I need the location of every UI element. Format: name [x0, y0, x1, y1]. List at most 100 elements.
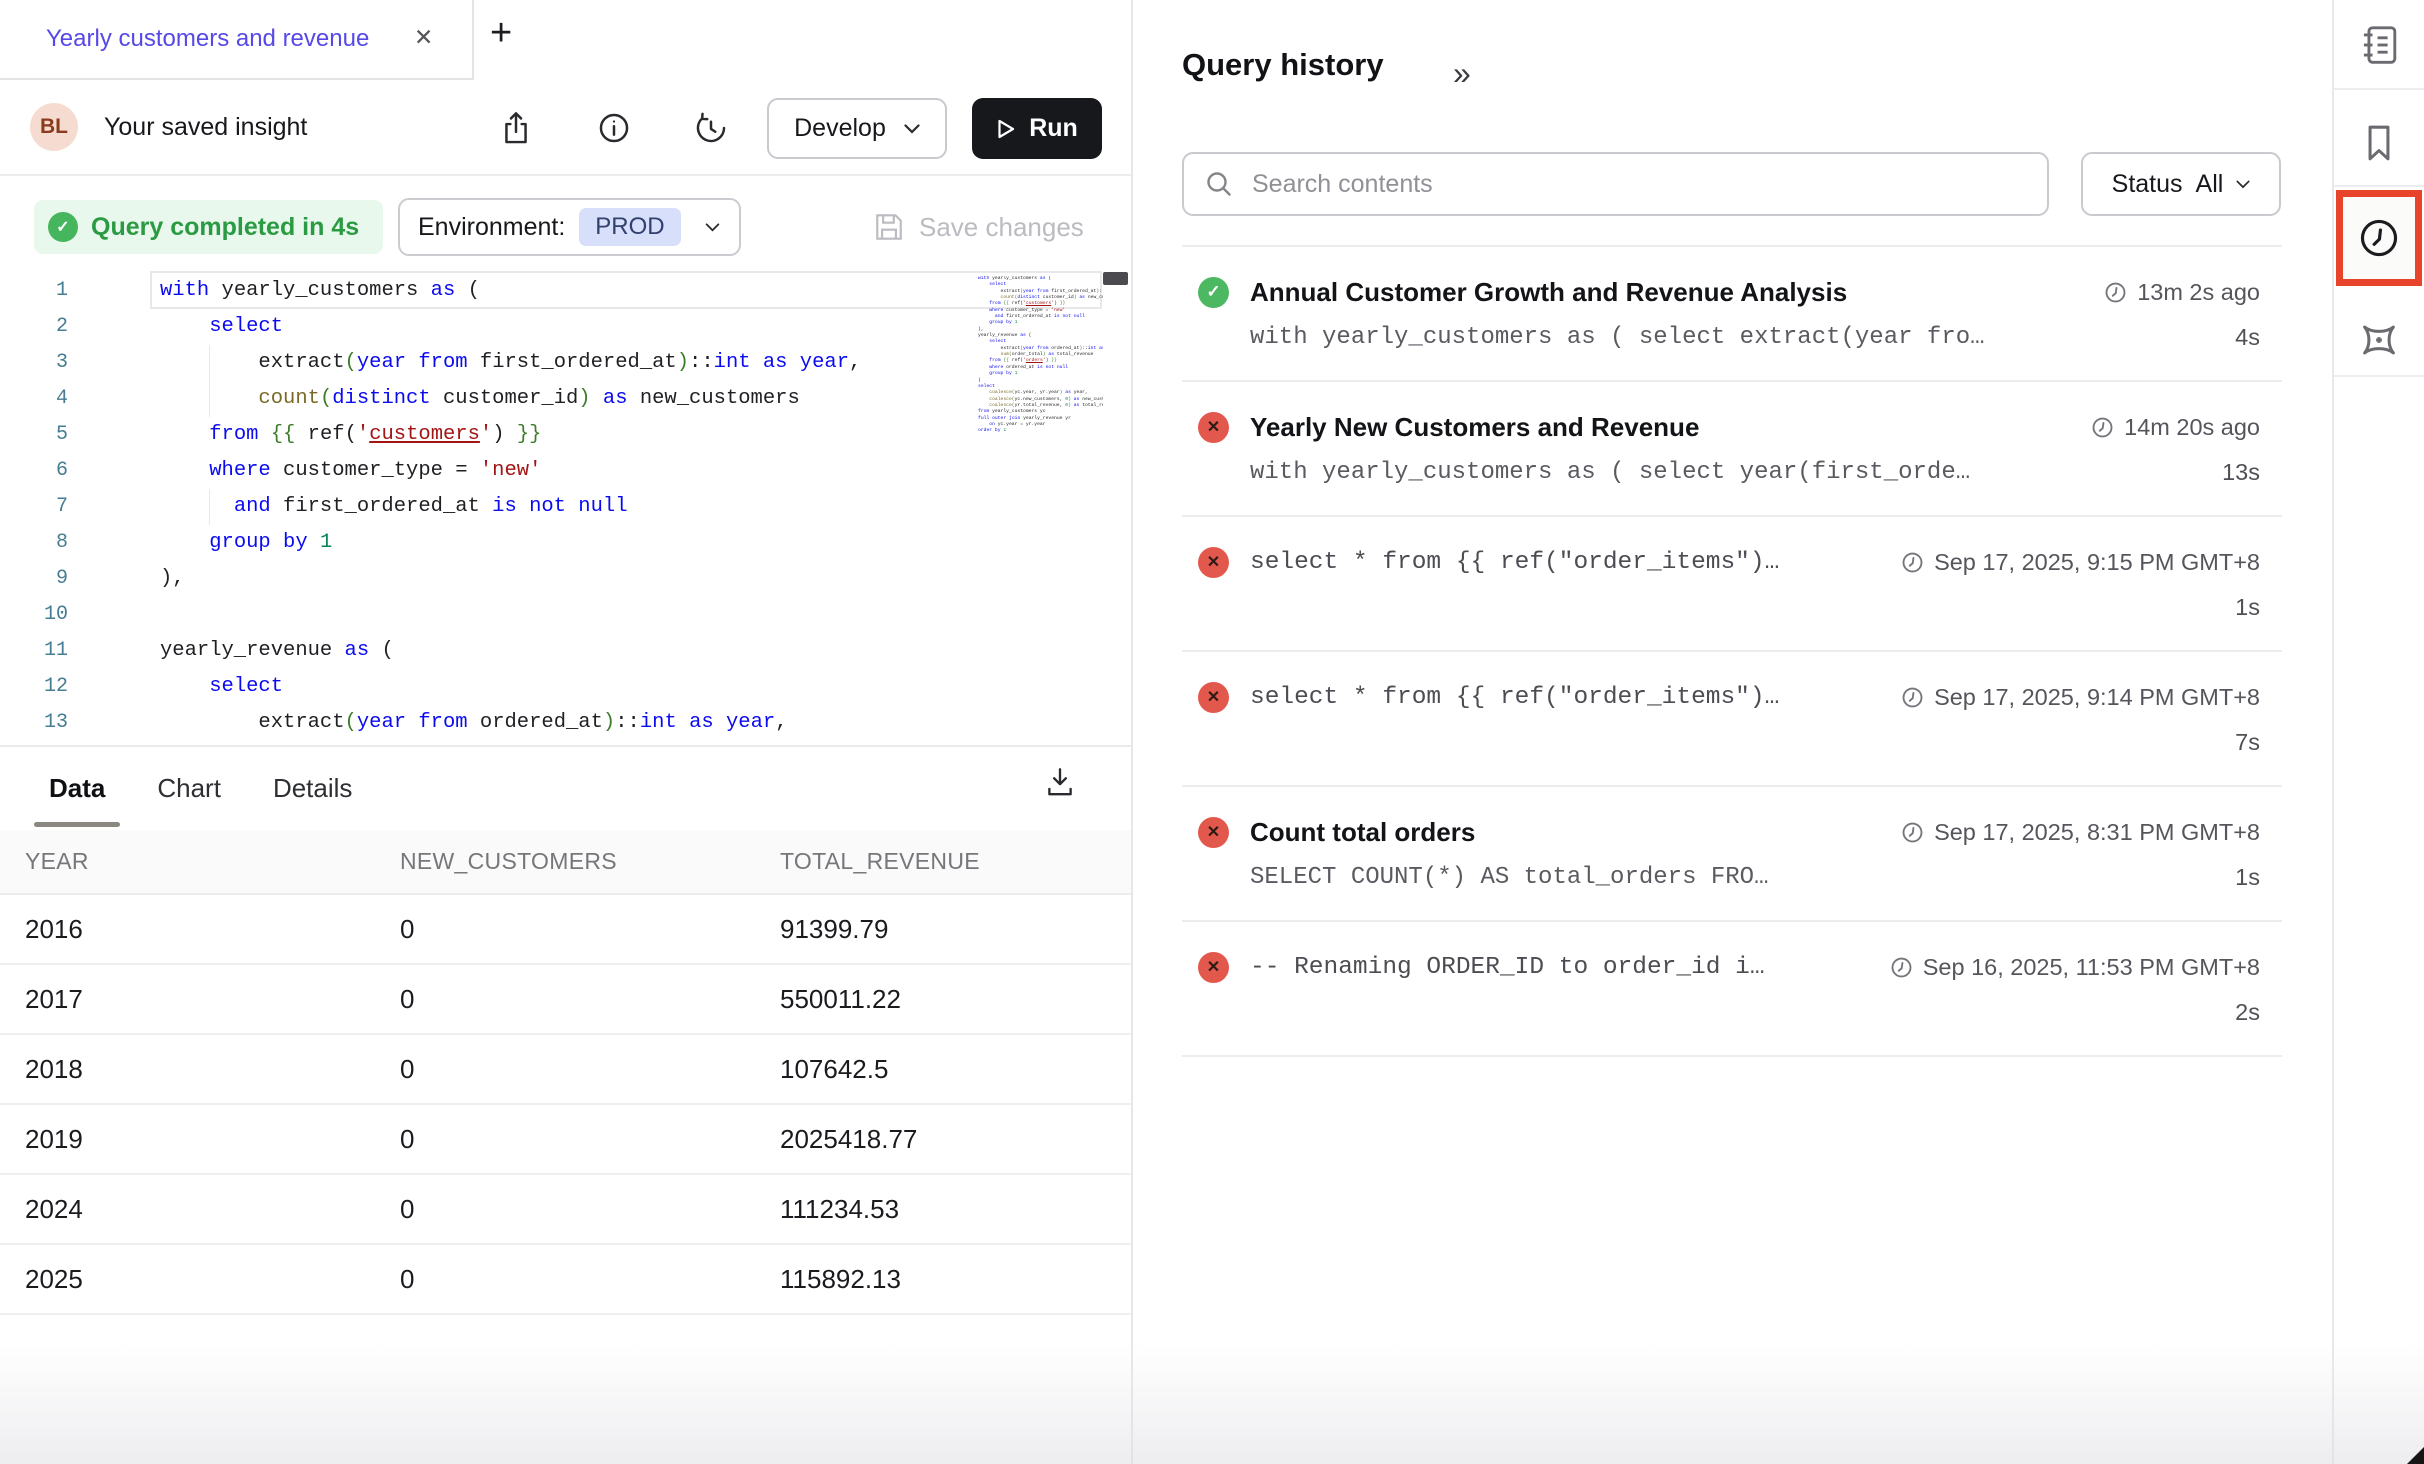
results-tab-chart[interactable]: Chart [157, 747, 221, 830]
chevron-down-icon [705, 223, 720, 232]
editor-scrollbar-thumb[interactable] [1103, 272, 1128, 285]
table-cell: 2018 [25, 1054, 400, 1085]
info-button[interactable] [594, 108, 634, 148]
environment-selector[interactable]: Environment: PROD [398, 198, 741, 256]
history-item-time: 13m 2s ago [2104, 279, 2260, 306]
status-filter-dropdown[interactable]: Status All [2081, 152, 2281, 216]
status-error-icon: ✕ [1198, 412, 1229, 443]
explore-button[interactable] [2354, 315, 2404, 365]
status-error-icon: ✕ [1198, 952, 1229, 983]
history-item-title: select * from {{ ref("order_items")… [1250, 549, 1901, 576]
results-tab-data[interactable]: Data [49, 747, 105, 830]
save-changes-label: Save changes [919, 212, 1084, 243]
history-item[interactable]: ✕select * from {{ ref("order_items")…Sep… [1182, 652, 2282, 787]
chevron-down-icon [904, 124, 920, 134]
code-line: extract(year from ordered_at)::int as ye… [160, 705, 975, 732]
line-number: 4 [0, 381, 68, 417]
table-cell: 0 [400, 1124, 780, 1155]
clock-icon [2356, 215, 2402, 261]
download-icon [1044, 765, 1076, 799]
table-cell: 2025 [25, 1264, 400, 1295]
history-item-duration: 13s [2222, 459, 2260, 486]
code-line [160, 597, 975, 633]
history-item-row: 2s [1198, 994, 2260, 1030]
collapse-panel-button[interactable]: » [1453, 55, 1471, 92]
right-icon-rail [2332, 0, 2424, 1464]
file-tab[interactable]: Yearly customers and revenue [0, 0, 474, 80]
minimap-content: with yearly_customers as ( select extrac… [978, 276, 1103, 435]
history-item-time: Sep 17, 2025, 8:31 PM GMT+8 [1901, 819, 2260, 846]
bookmark-icon [2357, 121, 2401, 165]
history-item[interactable]: ✕Count total ordersSep 17, 2025, 8:31 PM… [1182, 787, 2282, 922]
results-table: 2016091399.7920170550011.2220180107642.5… [0, 895, 1131, 1315]
code-line: and first_ordered_at is not null [160, 489, 975, 525]
play-icon [996, 118, 1016, 140]
history-item[interactable]: ✕-- Renaming ORDER_ID to order_id i…Sep … [1182, 922, 2282, 1057]
new-tab-button[interactable]: + [490, 12, 512, 55]
line-number: 10 [0, 597, 68, 633]
file-tab-title: Yearly customers and revenue [46, 25, 369, 53]
code-line: select [160, 309, 975, 345]
code-line: count(distinct customer_id) as new_custo… [160, 381, 975, 417]
query-history-panel: Query history » Status All ✓Annual Custo… [1133, 0, 2332, 1464]
table-row: 201902025418.77 [0, 1105, 1131, 1175]
status-error-icon: ✕ [1198, 547, 1229, 578]
clock-icon [1901, 686, 1924, 709]
develop-label: Develop [794, 114, 886, 143]
time-text: 13m 2s ago [2137, 279, 2260, 306]
table-row: 20240111234.53 [0, 1175, 1131, 1245]
save-changes-button[interactable]: Save changes [873, 198, 1084, 256]
code-line: where customer_type = 'new' [160, 453, 975, 489]
history-item[interactable]: ✓Annual Customer Growth and Revenue Anal… [1182, 247, 2282, 382]
history-item[interactable]: ✕Yearly New Customers and Revenue14m 20s… [1182, 382, 2282, 517]
table-cell: 0 [400, 914, 780, 945]
sql-editor[interactable]: 1234567891011121314151617181920212223242… [0, 270, 1131, 732]
history-item-sql: SELECT COUNT(*) AS total_orders FRO… [1250, 864, 2235, 891]
history-search[interactable] [1182, 152, 2049, 216]
download-results-button[interactable] [1038, 760, 1082, 804]
line-number: 2 [0, 309, 68, 345]
share-icon [499, 110, 533, 146]
tab-close-icon[interactable]: ✕ [414, 24, 433, 51]
history-item-row: SELECT COUNT(*) AS total_orders FRO…1s [1198, 859, 2260, 895]
line-number: 5 [0, 417, 68, 453]
status-filter-value: All [2196, 170, 2224, 199]
run-button[interactable]: Run [972, 98, 1102, 159]
query-history-button-active[interactable] [2336, 190, 2422, 286]
clock-icon [1901, 551, 1924, 574]
table-cell: 111234.53 [780, 1194, 1131, 1225]
line-number: 6 [0, 453, 68, 489]
develop-dropdown[interactable]: Develop [767, 98, 947, 159]
table-row: 20170550011.22 [0, 965, 1131, 1035]
results-table-header: YEARNEW_CUSTOMERSTOTAL_REVENUE [0, 830, 1131, 895]
history-item-duration: 1s [2235, 594, 2260, 621]
bookmarks-button[interactable] [2354, 118, 2404, 168]
history-item[interactable]: ✕select * from {{ ref("order_items")…Sep… [1182, 517, 2282, 652]
table-cell: 2016 [25, 914, 400, 945]
history-item-title: Annual Customer Growth and Revenue Analy… [1250, 277, 2104, 308]
history-item-sql: with yearly_customers as ( select extrac… [1250, 324, 2235, 351]
history-item-time: Sep 17, 2025, 9:14 PM GMT+8 [1901, 684, 2260, 711]
rail-divider [2334, 375, 2424, 377]
clock-icon [2091, 416, 2114, 439]
minimap[interactable]: with yearly_customers as ( select extrac… [978, 276, 1103, 726]
clock-icon [1901, 821, 1924, 844]
table-cell: 115892.13 [780, 1264, 1131, 1295]
history-item-time: 14m 20s ago [2091, 414, 2260, 441]
results-tab-details[interactable]: Details [273, 747, 352, 830]
info-icon [597, 111, 631, 145]
environment-value-chip: PROD [579, 208, 680, 246]
table-cell: 2019 [25, 1124, 400, 1155]
share-button[interactable] [496, 108, 536, 148]
search-input[interactable] [1250, 169, 2027, 200]
status-error-icon: ✕ [1198, 682, 1229, 713]
notebook-button[interactable] [2354, 20, 2404, 70]
table-row: 2016091399.79 [0, 895, 1131, 965]
editor-pane: Yearly customers and revenue ✕ + BL Your… [0, 0, 1131, 1464]
table-cell: 0 [400, 1264, 780, 1295]
history-item-row: ✕Yearly New Customers and Revenue14m 20s… [1198, 408, 2260, 446]
version-history-button[interactable] [691, 108, 731, 148]
code-line: from {{ ref('customers') }} [160, 417, 975, 453]
success-check-icon: ✓ [48, 212, 78, 242]
avatar: BL [30, 103, 78, 151]
